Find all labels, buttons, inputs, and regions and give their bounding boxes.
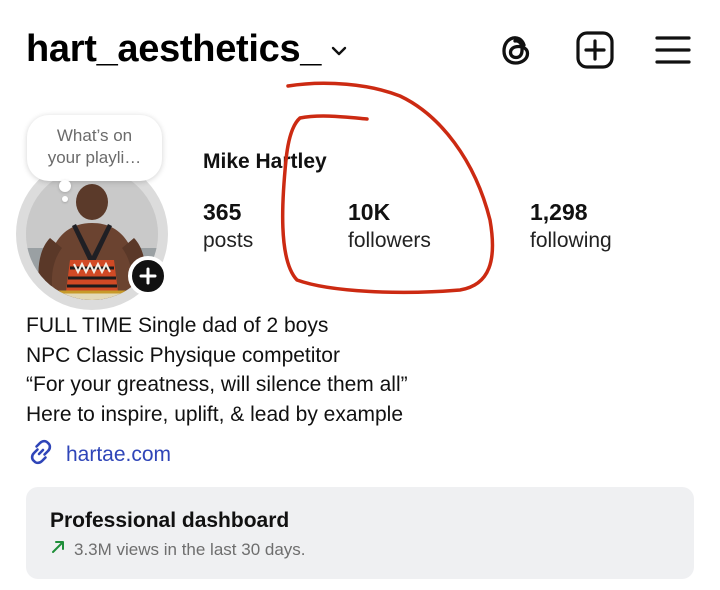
threads-icon[interactable] [498, 30, 536, 70]
stat-followers[interactable]: 10K followers [348, 198, 431, 256]
header-actions [498, 30, 692, 70]
note-bubble[interactable]: What’s on your playli… [27, 115, 162, 181]
dashboard-subtitle-row: 3.3M views in the last 30 days. [50, 539, 306, 560]
bio: FULL TIME Single dad of 2 boys NPC Class… [26, 311, 408, 429]
link-icon [26, 437, 56, 472]
stat-posts[interactable]: 365 posts [203, 198, 253, 256]
add-story-button[interactable] [128, 256, 168, 296]
plus-icon [139, 267, 157, 285]
dashboard-subtitle: 3.3M views in the last 30 days. [74, 539, 306, 559]
trend-up-icon [50, 539, 66, 560]
note-text-line2: your playli… [47, 148, 142, 167]
note-bubble-tail [59, 180, 71, 192]
display-name: Mike Hartley [203, 150, 327, 173]
stat-following-value: 1,298 [530, 199, 588, 225]
bio-line: Here to inspire, uplift, & lead by examp… [26, 402, 404, 426]
bio-line: “For your greatness, will silence them a… [26, 373, 408, 396]
stat-following-label: following [530, 229, 612, 252]
stat-posts-label: posts [203, 229, 254, 252]
chevron-down-icon [331, 44, 347, 62]
menu-icon[interactable] [654, 30, 692, 70]
note-text-line1: What’s on [56, 126, 133, 145]
dashboard-title: Professional dashboard [50, 509, 290, 532]
link-text[interactable]: hartae.com [66, 443, 171, 467]
stat-following[interactable]: 1,298 following [530, 198, 612, 256]
username: hart_aesthetics_ [26, 28, 322, 70]
account-switcher[interactable]: hart_aesthetics_ [26, 28, 347, 71]
stat-followers-label: followers [348, 229, 431, 252]
bio-link[interactable]: hartae.com [26, 437, 171, 472]
create-post-icon[interactable] [576, 30, 614, 70]
stat-posts-value: 365 [203, 199, 242, 225]
note-bubble-tail-small [62, 196, 68, 202]
bio-line: NPC Classic Physique competitor [26, 343, 340, 367]
stat-followers-value: 10K [348, 199, 391, 225]
bio-line: FULL TIME Single dad of 2 boys [26, 314, 329, 337]
professional-dashboard[interactable]: Professional dashboard 3.3M views in the… [26, 487, 694, 579]
